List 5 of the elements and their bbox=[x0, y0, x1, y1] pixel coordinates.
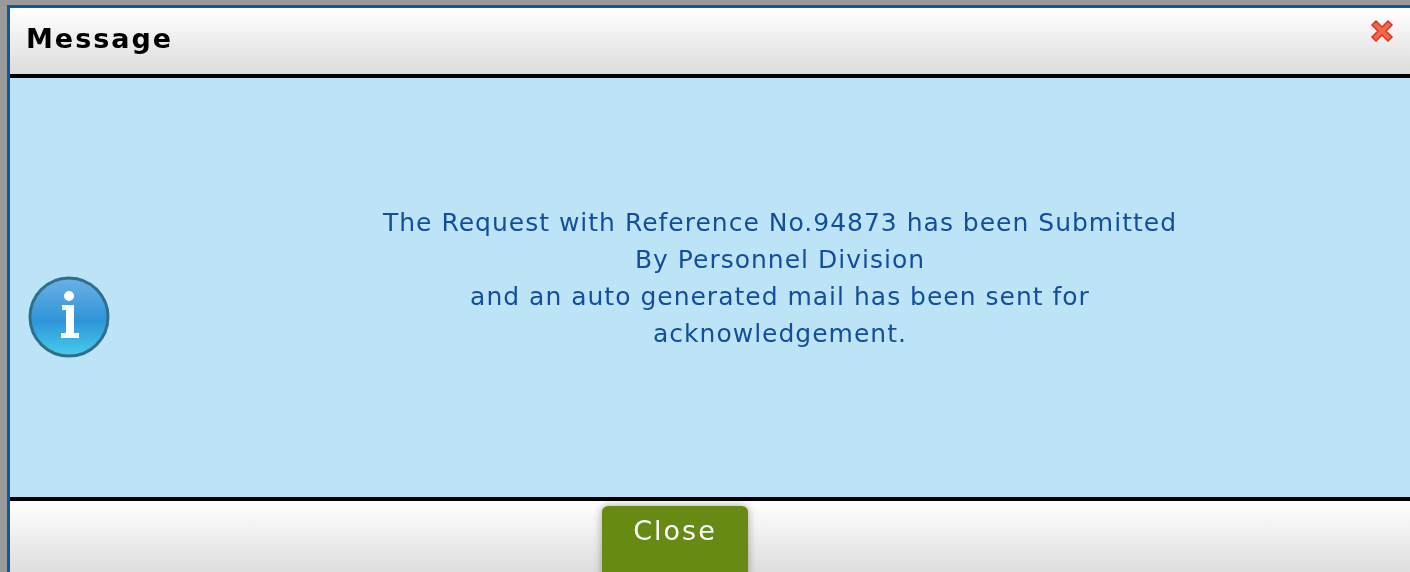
close-icon[interactable] bbox=[1368, 17, 1396, 45]
message-text: The Request with Reference No.94873 has been Submitted By Personnel Division and an auto generated mail has been sent for acknowledgement. bbox=[382, 207, 1177, 350]
info-icon bbox=[27, 275, 111, 359]
dialog-title: Message bbox=[26, 22, 174, 54]
close-button[interactable]: Close bbox=[602, 506, 748, 572]
